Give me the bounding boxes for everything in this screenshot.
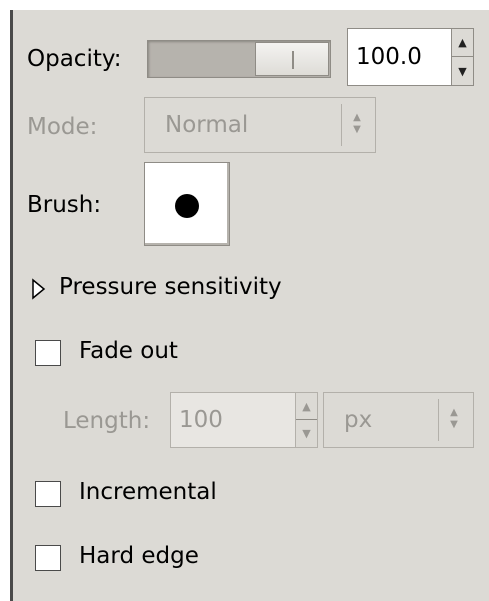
incremental-label[interactable]: Incremental [79, 479, 217, 505]
mode-label: Mode: [27, 114, 98, 140]
opacity-spinbutton[interactable]: 100.0 ▲ ▼ [347, 28, 474, 86]
brush-preview-button[interactable] [144, 162, 230, 246]
length-value[interactable]: 100 [179, 393, 223, 447]
spin-down-icon[interactable]: ▼ [296, 420, 317, 447]
fade-out-checkbox[interactable] [35, 340, 61, 366]
hard-edge-label[interactable]: Hard edge [79, 543, 199, 569]
hard-edge-checkbox[interactable] [35, 545, 61, 571]
combo-separator [438, 399, 439, 441]
spin-down-icon[interactable]: ▼ [452, 57, 473, 85]
combo-separator [341, 104, 342, 146]
incremental-checkbox[interactable] [35, 481, 61, 507]
opacity-slider-handle[interactable] [255, 42, 329, 76]
length-label: Length: [63, 408, 151, 434]
spin-up-icon[interactable]: ▲ [452, 29, 473, 57]
round-brush-icon [175, 194, 199, 218]
opacity-slider[interactable] [147, 40, 331, 78]
mode-combo[interactable]: Normal ▲ ▼ [144, 97, 376, 153]
pressure-sensitivity-label[interactable]: Pressure sensitivity [59, 274, 282, 300]
fade-out-label[interactable]: Fade out [79, 338, 178, 364]
opacity-spin-buttons: ▲ ▼ [451, 29, 473, 85]
unit-combo[interactable]: px ▲ ▼ [323, 392, 474, 448]
combo-arrows-icon: ▲ ▼ [353, 112, 361, 135]
opacity-label: Opacity: [27, 46, 122, 72]
unit-selected-value: px [344, 407, 373, 433]
mode-selected-value: Normal [165, 112, 249, 138]
combo-arrows-icon: ▲ ▼ [450, 407, 458, 430]
brush-label: Brush: [27, 192, 102, 218]
tool-options-panel: Opacity: 100.0 ▲ ▼ Mode: Normal ▲ ▼ Brush… [10, 10, 489, 601]
expander-arrow-icon[interactable] [31, 278, 47, 300]
opacity-value[interactable]: 100.0 [356, 29, 422, 85]
length-spinbutton[interactable]: 100 ▲ ▼ [170, 392, 318, 448]
spin-up-icon[interactable]: ▲ [296, 393, 317, 420]
slider-grip-icon [292, 51, 294, 69]
length-spin-buttons: ▲ ▼ [295, 393, 317, 447]
